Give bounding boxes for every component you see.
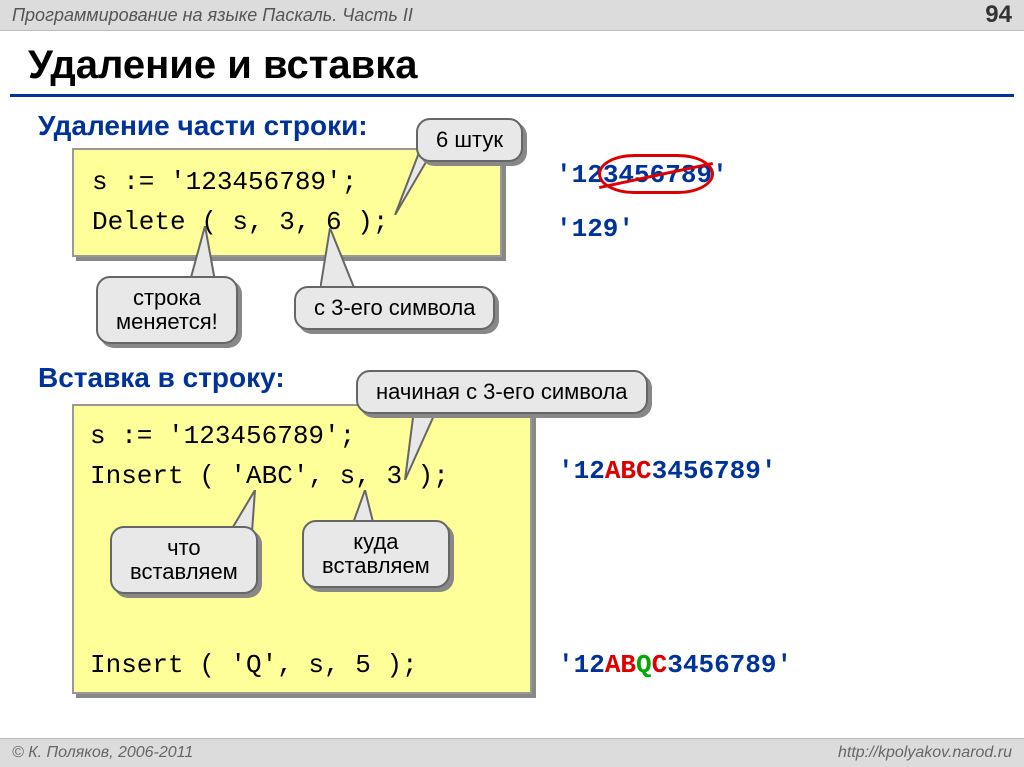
result-insert1: '12ABC3456789' bbox=[558, 456, 776, 486]
result-after: '129' bbox=[556, 214, 634, 244]
callout-from-char: с 3-его символа bbox=[294, 286, 495, 330]
slide-header: Программирование на языке Паскаль. Часть… bbox=[0, 0, 1024, 31]
header-title: Программирование на языке Паскаль. Часть… bbox=[12, 5, 413, 26]
result-insert2: '12ABQC3456789' bbox=[558, 650, 792, 680]
footer-copyright: © К. Поляков, 2006-2011 bbox=[12, 744, 193, 762]
callout-where: куда вставляем bbox=[302, 520, 450, 588]
result-before: '123456789' bbox=[556, 160, 728, 190]
callout-what: что вставляем bbox=[110, 526, 258, 594]
code-insert-bottom: Insert ( 'Q', s, 5 ); bbox=[90, 650, 418, 680]
footer-url: http://kpolyakov.narod.ru bbox=[838, 744, 1012, 762]
slide-footer: © К. Поляков, 2006-2011 http://kpolyakov… bbox=[0, 738, 1024, 767]
callout-count: 6 штук bbox=[416, 118, 523, 162]
page-number: 94 bbox=[985, 1, 1012, 29]
callout-from-tail bbox=[320, 228, 360, 290]
title-divider bbox=[10, 94, 1014, 97]
callout-var-tail bbox=[190, 226, 220, 281]
code-insert-top: s := '123456789'; Insert ( 'ABC', s, 3 )… bbox=[90, 416, 449, 497]
slide-title: Удаление и вставка bbox=[28, 43, 1024, 88]
section2-title: Вставка в строку: bbox=[38, 362, 285, 394]
code-delete: s := '123456789'; Delete ( s, 3, 6 ); bbox=[72, 148, 502, 257]
callout-var-changes: строка меняется! bbox=[96, 276, 238, 344]
callout-startpos: начиная с 3-его символа bbox=[356, 370, 648, 414]
section1-title: Удаление части строки: bbox=[38, 110, 368, 142]
